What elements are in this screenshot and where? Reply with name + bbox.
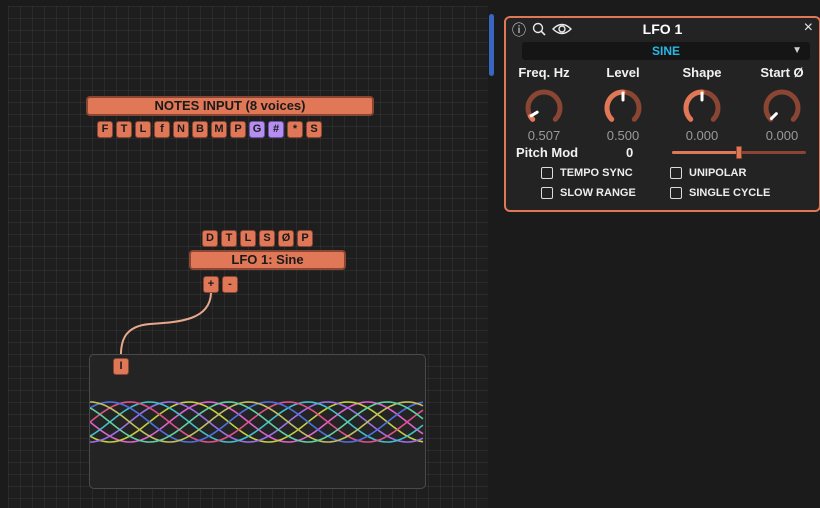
pitch-mod-value: 0 <box>626 145 634 160</box>
lfo-panel-title: LFO 1 <box>642 21 683 37</box>
scope-wave-line <box>89 401 424 443</box>
pitch-mod-label: Pitch Mod <box>516 145 579 160</box>
waveform-dropdown[interactable]: SINE ▼ <box>522 42 810 60</box>
slow-range-option[interactable]: SLOW RANGE <box>541 187 636 199</box>
unipolar-checkbox[interactable] <box>670 167 682 179</box>
scope-wave-line <box>89 401 424 443</box>
unipolar-option[interactable]: UNIPOLAR <box>670 167 746 179</box>
scope-wave-line <box>89 401 424 443</box>
knob-value: 0.000 <box>765 128 799 143</box>
slow-range-label: SLOW RANGE <box>560 187 636 199</box>
unipolar-label: UNIPOLAR <box>689 167 747 179</box>
scope-wave-line <box>89 401 424 443</box>
knob-label: Freq. Hz <box>518 65 570 80</box>
knob-label: Level <box>606 65 640 80</box>
scope-display <box>89 354 426 489</box>
pitch-mod-slider-fill <box>672 151 739 154</box>
scope-input-tag[interactable]: I <box>113 358 129 375</box>
single-cycle-label: SINGLE CYCLE <box>689 187 771 199</box>
knob-body <box>533 97 555 119</box>
scope-wave-line <box>89 401 424 443</box>
scope-waves <box>89 401 424 443</box>
knob-dial[interactable] <box>601 86 645 130</box>
pitch-mod-slider[interactable] <box>672 146 806 159</box>
tempo-sync-label: TEMPO SYNC <box>560 167 633 179</box>
knob-value: 0.500 <box>606 128 640 143</box>
knob-indicator <box>769 112 778 121</box>
tempo-sync-option[interactable]: TEMPO SYNC <box>541 167 633 179</box>
knob-label: Start Ø <box>760 65 804 80</box>
knob-value: 0.000 <box>685 128 719 143</box>
knob-dial[interactable] <box>522 86 566 130</box>
tempo-sync-checkbox[interactable] <box>541 167 553 179</box>
knob-label: Shape <box>682 65 722 80</box>
knob-value: 0.507 <box>527 128 561 143</box>
chevron-down-icon: ▼ <box>792 45 802 56</box>
single-cycle-option[interactable]: SINGLE CYCLE <box>670 187 770 199</box>
lfo-panel: ⓘ LFO 1 × SINE ▼ Freq. Hz 0.507 Level 0.500… <box>504 16 820 212</box>
single-cycle-checkbox[interactable] <box>670 187 682 199</box>
pitch-mod-slider-thumb[interactable] <box>736 146 742 159</box>
slow-range-checkbox[interactable] <box>541 187 553 199</box>
waveform-value: SINE <box>651 44 680 58</box>
scope-wave-line <box>89 401 424 443</box>
close-icon[interactable]: × <box>804 19 813 37</box>
knob-dial[interactable] <box>680 86 724 130</box>
knob-dial[interactable] <box>760 86 804 130</box>
scope-wave-line <box>89 401 424 443</box>
scope-wave-line <box>89 401 424 443</box>
